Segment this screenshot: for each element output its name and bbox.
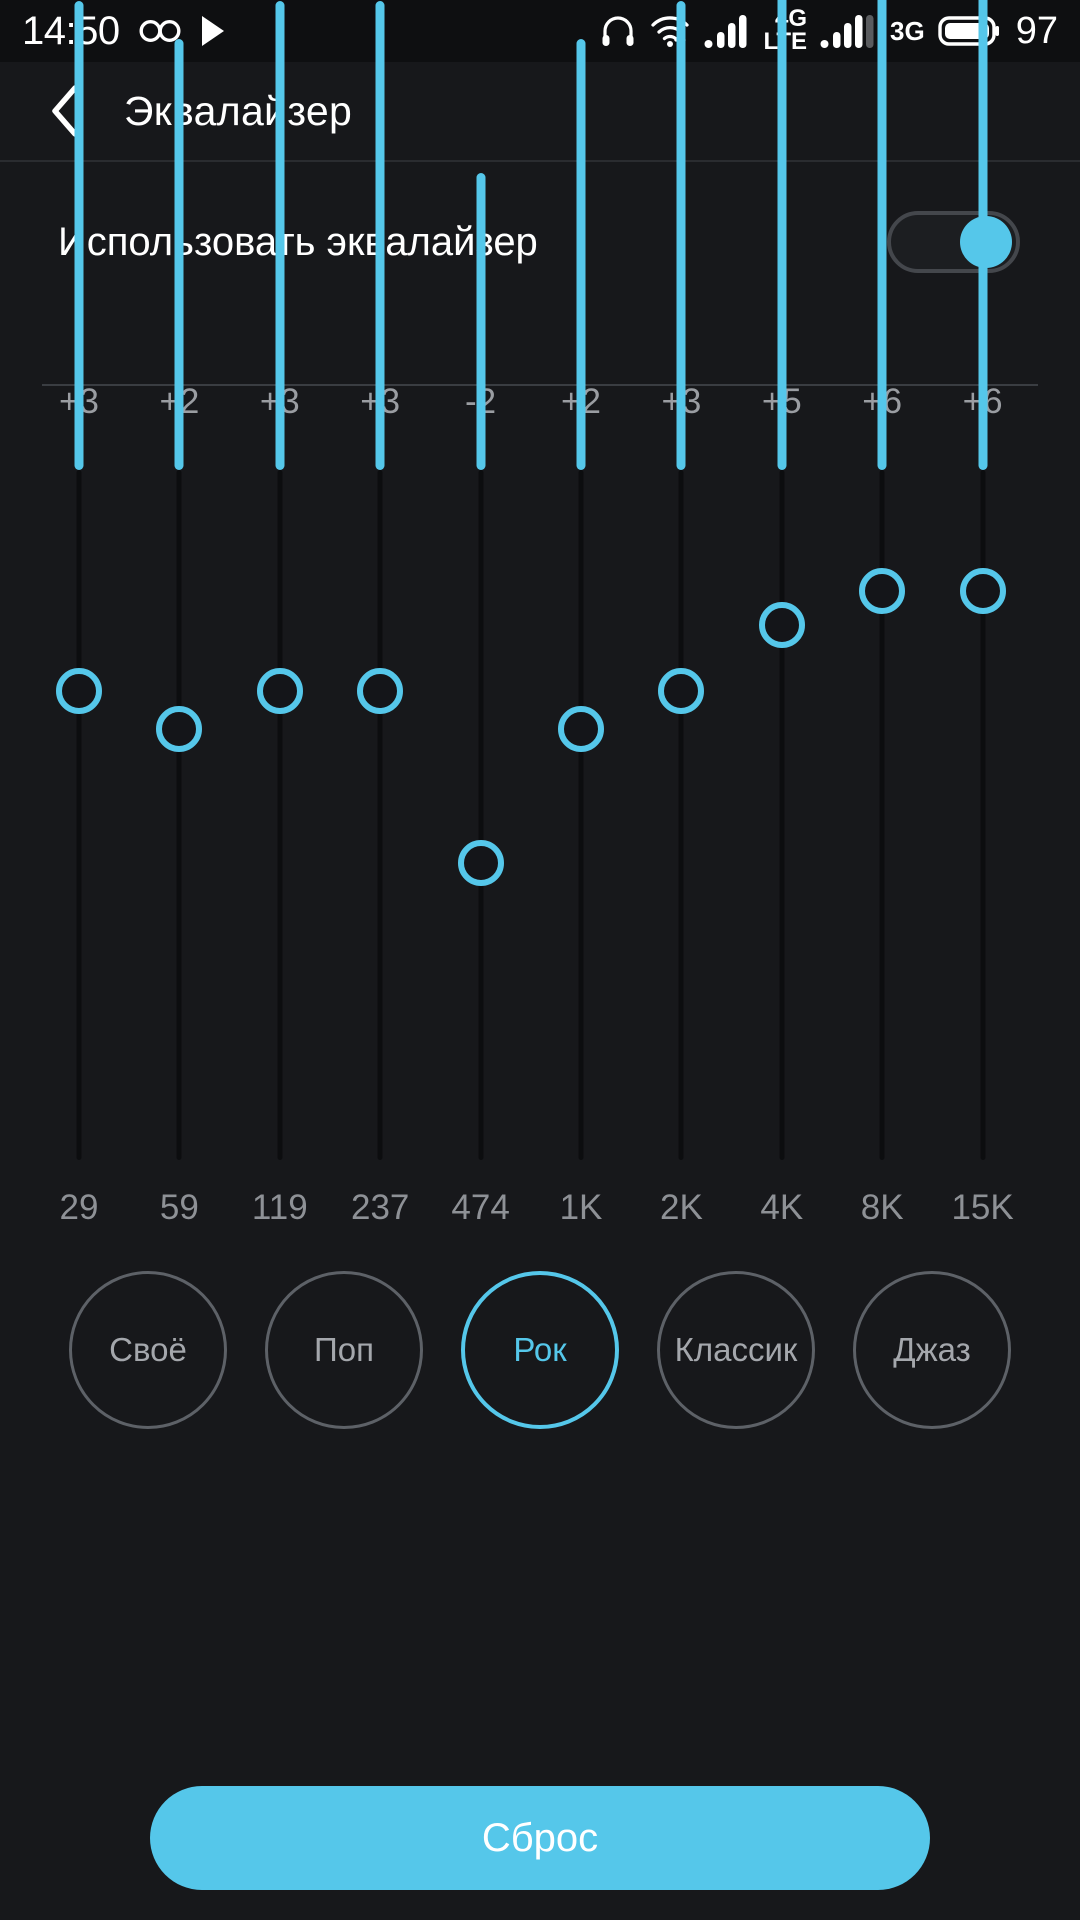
eq-slider-thumb[interactable] — [457, 840, 504, 887]
eq-slider-thumb[interactable] — [256, 667, 303, 714]
preset-button-4[interactable]: Джаз — [853, 1270, 1011, 1429]
eq-slider-thumb[interactable] — [558, 705, 604, 752]
eq-slider-fill — [275, 0, 285, 470]
eq-frequency-label: 237 — [350, 1188, 410, 1227]
eq-slider-fill — [576, 38, 586, 470]
eq-slider-fill — [375, 0, 385, 470]
eq-frequency-label: 59 — [159, 1188, 199, 1227]
preset-label: Джаз — [893, 1330, 971, 1368]
eq-slider-track[interactable] — [779, 470, 785, 1160]
preset-button-2[interactable]: Рок — [461, 1270, 619, 1429]
eq-slider-thumb[interactable] — [357, 667, 404, 714]
preset-label: Рок — [513, 1330, 567, 1368]
eq-frequency-label: 474 — [451, 1188, 510, 1227]
eq-slider-fill — [74, 0, 84, 470]
eq-slider-fill — [877, 0, 887, 470]
reset-button[interactable]: Сброс — [150, 1786, 930, 1890]
eq-slider-thumb[interactable] — [56, 667, 102, 714]
eq-slider-track[interactable] — [76, 470, 82, 1160]
eq-frequency-label: 8K — [860, 1188, 904, 1227]
eq-frequency-label: 1K — [559, 1188, 603, 1227]
eq-slider-track[interactable] — [678, 470, 684, 1160]
eq-frequency-label: 2K — [659, 1188, 703, 1227]
eq-slider-thumb[interactable] — [959, 567, 1006, 614]
preset-label: Своё — [109, 1330, 187, 1368]
eq-slider-thumb[interactable] — [859, 567, 906, 614]
preset-button-0[interactable]: Своё — [69, 1270, 227, 1429]
eq-frequency-label: 119 — [251, 1188, 308, 1227]
eq-slider-fill — [978, 0, 988, 470]
preset-list: Своё Поп Рок Классик Джаз — [0, 1252, 1080, 1447]
preset-label: Поп — [314, 1330, 374, 1368]
eq-frequency-label: 4K — [760, 1188, 804, 1227]
eq-slider-track[interactable] — [176, 470, 182, 1160]
eq-frequency-label: 29 — [59, 1188, 99, 1227]
eq-slider-fill — [174, 38, 184, 470]
eq-frequency-label: 15K — [951, 1188, 1014, 1227]
eq-slider-thumb[interactable] — [156, 705, 203, 752]
preset-button-1[interactable]: Поп — [265, 1270, 423, 1429]
eq-slider-thumb[interactable] — [758, 602, 805, 649]
eq-slider-thumb[interactable] — [658, 667, 705, 714]
eq-slider-track[interactable] — [377, 470, 383, 1160]
equalizer-screen: 14:50 4G 3G 97 Эквалайзер Использовать э… — [0, 0, 1080, 1920]
eq-slider-fill — [476, 173, 486, 470]
equalizer-bands: +329+259+3119+3237-2474+21K+32K+54K+68K+… — [0, 0, 1080, 1920]
eq-slider-fill — [777, 0, 787, 470]
eq-slider-track[interactable] — [578, 470, 584, 1160]
preset-button-3[interactable]: Классик — [657, 1270, 815, 1429]
eq-slider-track[interactable] — [277, 470, 283, 1160]
eq-slider-track[interactable] — [478, 470, 484, 1160]
preset-label: Классик — [674, 1330, 798, 1368]
eq-slider-fill — [676, 0, 686, 470]
